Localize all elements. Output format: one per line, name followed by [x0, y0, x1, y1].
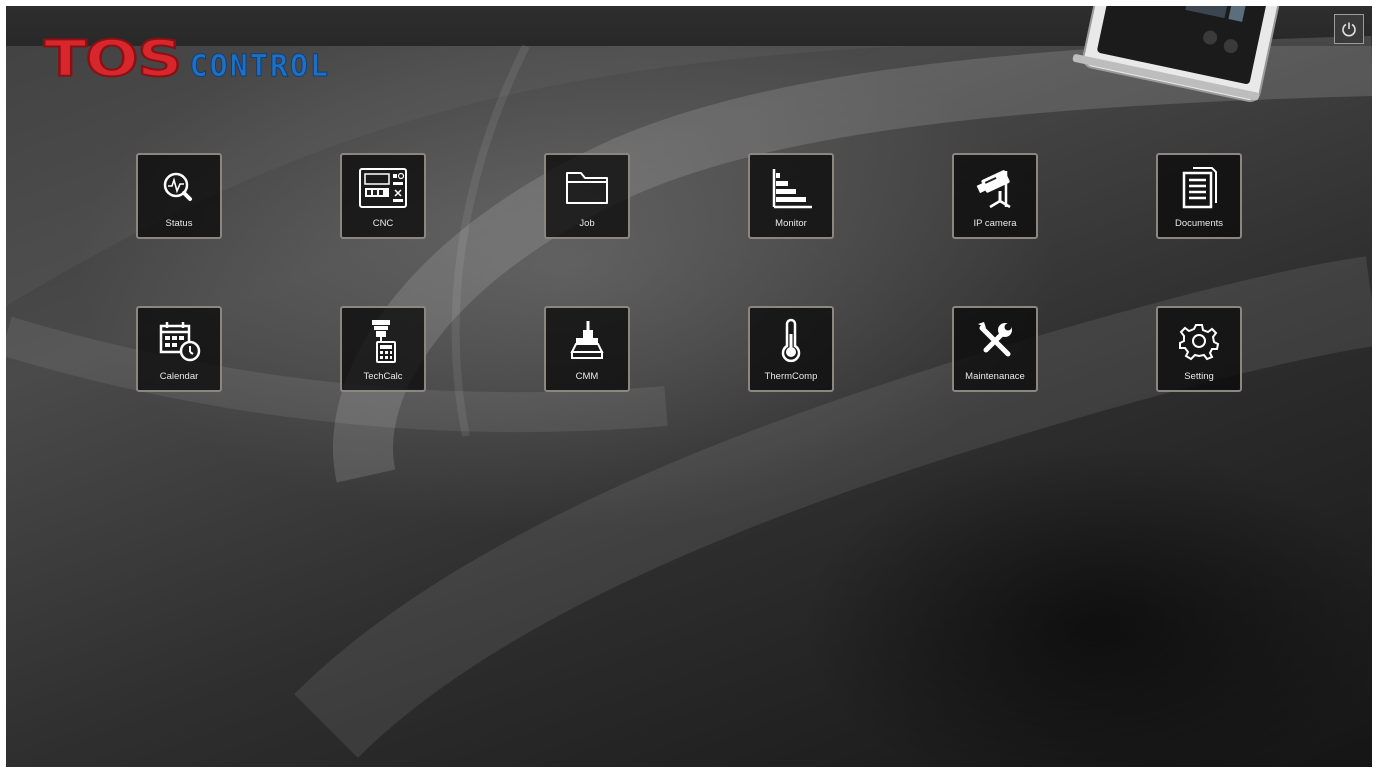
tile-label: ThermComp — [764, 371, 818, 382]
tools-icon — [978, 322, 1012, 357]
tile-label: CNC — [372, 218, 394, 229]
tile-cnc[interactable]: CNC — [340, 153, 426, 239]
tile-monitor[interactable]: Monitor — [748, 153, 834, 239]
tos-control-logo: TOS CONTROL — [43, 30, 331, 88]
documents-icon — [1182, 167, 1217, 209]
tile-status[interactable]: Status — [136, 153, 222, 239]
tile-setting[interactable]: Setting — [1156, 306, 1242, 392]
desktop-screen: TOS CONTROL Status CNC Job Monitor IP ca… — [6, 6, 1372, 767]
tile-label: Status — [165, 218, 193, 229]
thermometer-icon — [781, 318, 801, 363]
tile-label: Maintenanace — [965, 371, 1025, 382]
logo-control: CONTROL — [189, 49, 331, 84]
camera-icon — [976, 170, 1011, 209]
tile-thermcomp[interactable]: ThermComp — [748, 306, 834, 392]
tile-label: Setting — [1184, 371, 1214, 382]
tile-documents[interactable]: Documents — [1156, 153, 1242, 239]
tile-label: Calendar — [159, 371, 199, 382]
cnc-panel-icon — [359, 168, 407, 208]
power-button[interactable] — [1334, 14, 1364, 44]
cmm-icon — [570, 321, 604, 359]
tile-label: Job — [579, 218, 595, 229]
tile-label: CMM — [575, 371, 599, 382]
calculator-icon — [372, 320, 396, 363]
tile-label: IP camera — [973, 218, 1017, 229]
tile-techcalc[interactable]: TechCalc — [340, 306, 426, 392]
tile-ip-camera[interactable]: IP camera — [952, 153, 1038, 239]
tile-label: Monitor — [775, 218, 807, 229]
tile-calendar[interactable]: Calendar — [136, 306, 222, 392]
logo-tos: TOS — [43, 30, 184, 88]
folder-icon — [566, 172, 608, 204]
tile-cmm[interactable]: CMM — [544, 306, 630, 392]
tile-job[interactable]: Job — [544, 153, 630, 239]
control-panel-device-image — [1072, 6, 1284, 103]
bar-chart-icon — [772, 169, 812, 209]
gear-icon — [1179, 324, 1220, 361]
tile-label: TechCalc — [363, 371, 403, 382]
tile-label: Documents — [1174, 218, 1224, 229]
tile-maintenance[interactable]: Maintenanace — [952, 306, 1038, 392]
status-icon — [163, 172, 192, 201]
calendar-icon — [159, 322, 201, 362]
power-icon — [1342, 22, 1356, 37]
